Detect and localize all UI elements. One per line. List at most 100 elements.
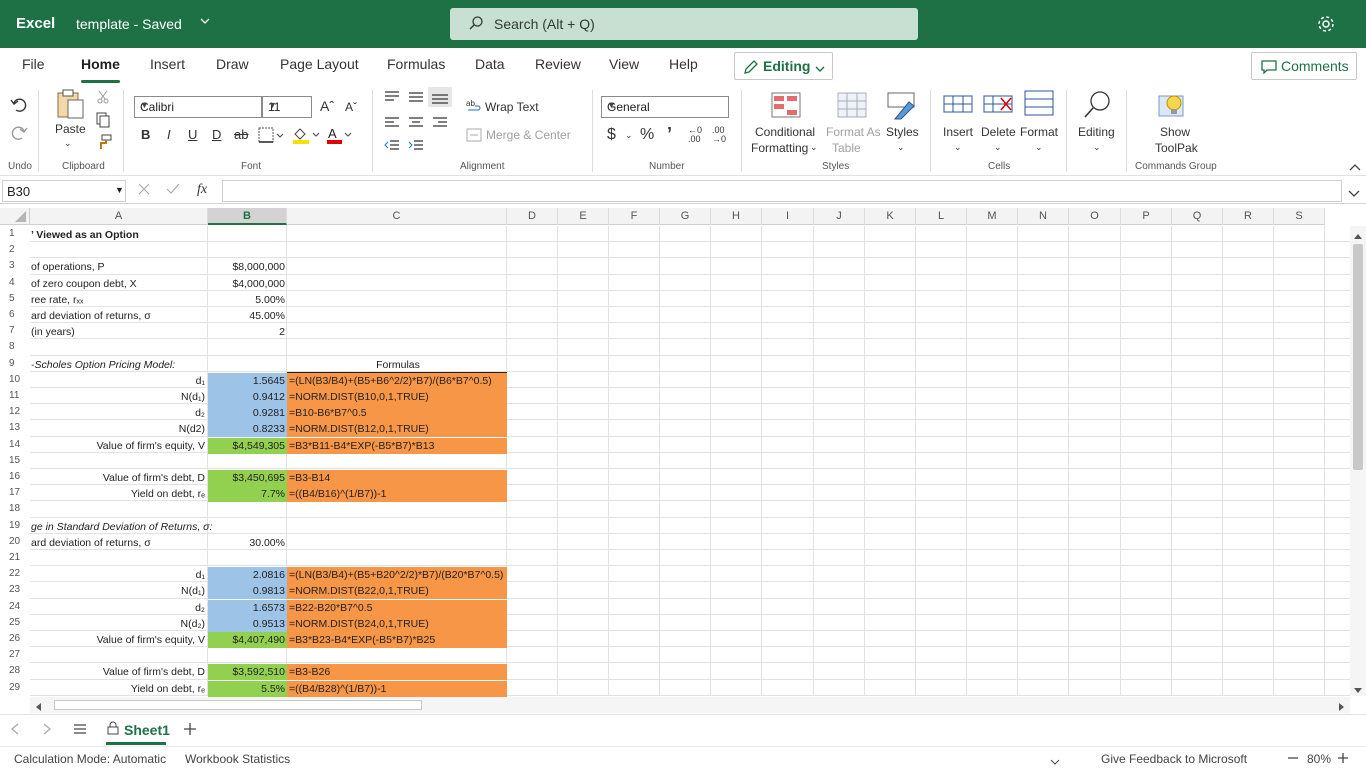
italic-icon[interactable]: I — [167, 127, 171, 142]
column-header-s[interactable]: S — [1274, 208, 1325, 225]
tab-page-layout[interactable]: Page Layout — [280, 56, 359, 72]
row-header[interactable]: 19 — [0, 520, 28, 531]
column-header-k[interactable]: K — [865, 208, 916, 225]
editing-mode-button[interactable]: Editing — [734, 52, 833, 80]
paste-label[interactable]: Paste — [55, 122, 86, 136]
row-header[interactable]: 8 — [0, 341, 28, 352]
chevron-down-icon[interactable]: ⌄ — [64, 138, 72, 149]
column-header-i[interactable]: I — [762, 208, 814, 225]
conditional-formatting-label[interactable]: Conditional — [755, 125, 815, 139]
cell-a13[interactable]: N(d2) — [31, 421, 207, 437]
chevron-down-icon[interactable] — [1050, 755, 1060, 769]
toolpak-label[interactable]: Show — [1160, 125, 1190, 139]
cell-a4[interactable]: of zero coupon debt, X — [31, 276, 207, 292]
row-header[interactable]: 6 — [0, 309, 28, 320]
tab-view[interactable]: View — [609, 56, 639, 72]
cell-b13[interactable]: 0.8233 — [208, 421, 287, 437]
column-header-l[interactable]: L — [916, 208, 967, 225]
row-header[interactable]: 29 — [0, 682, 28, 693]
row-header[interactable]: 14 — [0, 439, 28, 450]
column-header-g[interactable]: G — [660, 208, 711, 225]
cell-a5[interactable]: ree rate, rₓₓ — [31, 292, 207, 308]
column-header-n[interactable]: N — [1018, 208, 1069, 225]
cell-a7[interactable]: (in years) — [31, 324, 207, 340]
cell-c10[interactable]: =(LN(B3/B4)+(B5+B6^2/2)*B7)/(B6*B7^0.5) — [287, 373, 507, 389]
number-format-select[interactable]: General ▼ — [601, 96, 729, 118]
cell-a1[interactable]: ’ Viewed as an Option — [31, 227, 207, 243]
horizontal-scroll-thumb[interactable] — [54, 700, 422, 710]
chevron-down-icon[interactable]: ⌄ — [625, 130, 633, 141]
cell-c9[interactable]: Formulas — [287, 357, 507, 373]
decrease-indent-icon[interactable] — [384, 139, 400, 156]
next-sheet-icon[interactable] — [42, 723, 52, 738]
cell-c26[interactable]: =B3*B23-B4*EXP(-B5*B7)*B25 — [287, 632, 507, 648]
scroll-right-icon[interactable] — [1338, 701, 1346, 715]
format-label[interactable]: Format — [1020, 125, 1058, 139]
cell-a24[interactable]: d₂ — [31, 600, 207, 616]
double-underline-icon[interactable]: D — [212, 127, 221, 142]
cell-b8[interactable] — [208, 340, 287, 356]
chevron-down-icon[interactable]: ▼ — [115, 185, 124, 195]
column-header-r[interactable]: R — [1223, 208, 1274, 225]
vertical-scroll-thumb[interactable] — [1353, 244, 1363, 470]
tab-help[interactable]: Help — [669, 56, 698, 72]
column-header-q[interactable]: Q — [1172, 208, 1223, 225]
tab-review[interactable]: Review — [535, 56, 581, 72]
previous-sheet-icon[interactable] — [10, 723, 20, 738]
cell-c13[interactable]: =NORM.DIST(B12,0,1,TRUE) — [287, 421, 507, 437]
row-header[interactable]: 16 — [0, 471, 28, 482]
copy-icon[interactable] — [96, 112, 110, 131]
cell-c25[interactable]: =NORM.DIST(B24,0,1,TRUE) — [287, 616, 507, 632]
scroll-left-icon[interactable] — [34, 701, 42, 715]
column-header-b[interactable]: B — [208, 208, 287, 225]
column-header-p[interactable]: P — [1121, 208, 1172, 225]
gear-icon[interactable] — [1316, 14, 1336, 37]
row-header[interactable]: 4 — [0, 277, 28, 288]
tab-insert[interactable]: Insert — [150, 56, 185, 72]
zoom-level[interactable]: 80% — [1307, 752, 1331, 766]
align-center-icon[interactable] — [408, 116, 424, 133]
cell-a12[interactable]: d₂ — [31, 405, 207, 421]
cell-c24[interactable]: =B22-B20*B7^0.5 — [287, 600, 507, 616]
cell-c11[interactable]: =NORM.DIST(B10,0,1,TRUE) — [287, 389, 507, 405]
cell-b11[interactable]: 0.9412 — [208, 389, 287, 405]
font-size-select[interactable]: 11 ▼ — [262, 96, 312, 118]
align-bottom-icon[interactable] — [428, 87, 452, 107]
align-middle-icon[interactable] — [408, 90, 424, 107]
format-cells-icon[interactable] — [1024, 90, 1054, 119]
cell-b3[interactable]: $8,000,000 — [208, 259, 287, 275]
cell-a22[interactable]: d₁ — [31, 567, 207, 583]
cell-a16[interactable]: Value of firm's debt, D — [31, 470, 207, 486]
currency-icon[interactable]: $ — [607, 126, 616, 144]
row-header[interactable]: 5 — [0, 293, 28, 304]
comma-style-icon[interactable]: ’ — [667, 124, 672, 145]
cell-c23[interactable]: =NORM.DIST(B22,0,1,TRUE) — [287, 583, 507, 599]
cell-c15[interactable] — [287, 454, 507, 470]
cell-a6[interactable]: ard deviation of returns, σ — [31, 308, 207, 324]
row-header[interactable]: 22 — [0, 568, 28, 579]
insert-label[interactable]: Insert — [943, 125, 973, 139]
zoom-in-icon[interactable] — [1337, 752, 1349, 767]
tab-home[interactable]: Home — [81, 56, 120, 83]
cell-b16[interactable]: $3,450,695 — [208, 470, 287, 486]
conditional-formatting-icon[interactable] — [771, 92, 801, 121]
app-name[interactable]: Excel — [16, 15, 55, 32]
cell-b23[interactable]: 0.9813 — [208, 583, 287, 599]
chevron-down-icon[interactable] — [200, 15, 210, 29]
workbook-statistics[interactable]: Workbook Statistics — [185, 752, 290, 766]
tab-formulas[interactable]: Formulas — [387, 56, 445, 72]
percent-icon[interactable]: % — [640, 126, 654, 144]
cell-a20[interactable]: ard deviation of returns, σ — [31, 535, 207, 551]
redo-icon[interactable] — [10, 124, 28, 145]
cell-a26[interactable]: Value of firm's equity, V — [31, 632, 207, 648]
cell-b9[interactable] — [208, 357, 287, 373]
cell-b22[interactable]: 2.0816 — [208, 567, 287, 583]
add-sheet-icon[interactable] — [183, 722, 197, 739]
row-header[interactable]: 9 — [0, 358, 28, 369]
row-header[interactable]: 17 — [0, 487, 28, 498]
comments-button[interactable]: Comments — [1251, 52, 1357, 80]
row-header[interactable]: 23 — [0, 584, 28, 595]
cell-a23[interactable]: N(d₁) — [31, 583, 207, 599]
chevron-down-icon[interactable]: ⌄ — [954, 142, 962, 153]
column-header-d[interactable]: D — [507, 208, 558, 225]
